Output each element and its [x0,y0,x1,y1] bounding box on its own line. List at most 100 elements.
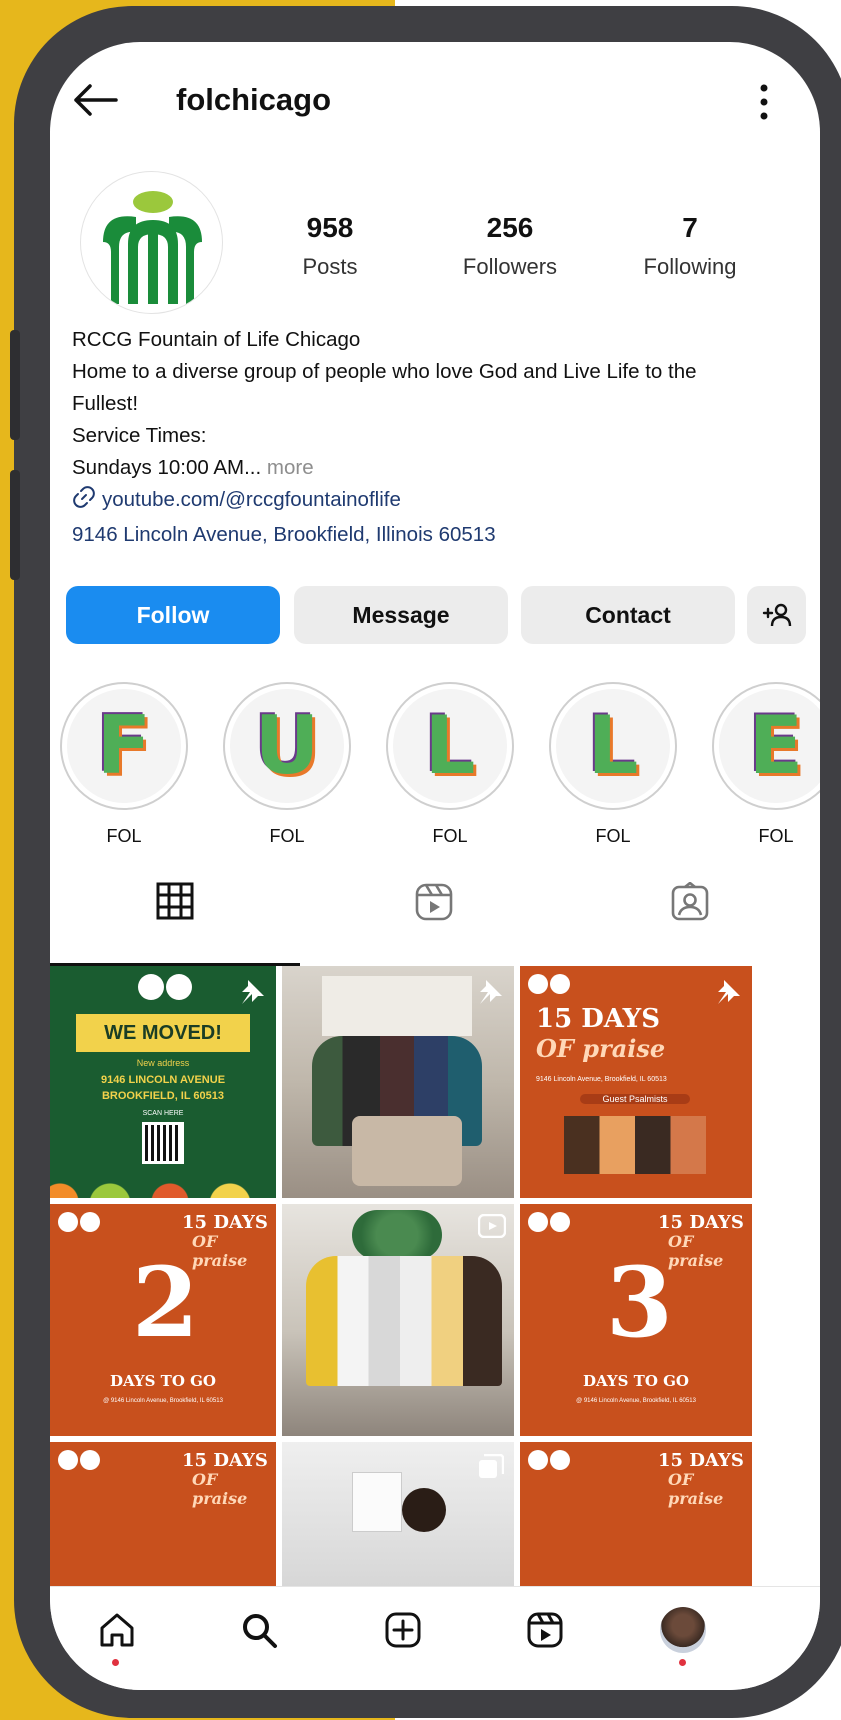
reels-tab-icon[interactable] [414,882,454,927]
following-label: Following [643,254,737,279]
highlight-cover: E [719,689,820,803]
rccg-logo-icon [528,1212,548,1232]
followers-count: 256 [486,212,534,243]
bio-address[interactable]: 9146 Lincoln Avenue, Brookfield, Illinoi… [72,519,792,551]
countdown-caption: DAYS TO GO [583,1372,689,1390]
home-icon[interactable] [92,1605,142,1655]
post-subtitle: New address [136,1058,190,1068]
profile-bio: RCCG Fountain of Life Chicago Home to a … [72,324,792,551]
highlight-letter: L [424,699,476,792]
username-title: folchicago [176,82,332,117]
back-arrow-icon[interactable] [72,80,118,120]
bio-line: Fullest! [72,392,139,415]
create-icon[interactable] [378,1605,428,1655]
post-address: @ 9146 Lincoln Avenue, Brookfield, IL 60… [576,1398,696,1404]
photo-person [402,1488,446,1532]
post-tile[interactable] [282,1204,514,1436]
profile-avatar[interactable] [80,171,223,314]
follow-button[interactable]: Follow [66,586,280,644]
photo-couch [352,1116,462,1186]
profile-notification-dot [679,1659,686,1666]
highlight-letter: U [254,699,320,792]
post-title: 15 DAYS [658,1450,744,1471]
carousel-icon [479,1454,504,1478]
highlight-item[interactable]: U FOL [223,682,351,847]
church-logo-icon [103,191,202,304]
post-scan-text: SCAN HERE [142,1110,184,1117]
fol-logo-icon [550,974,570,994]
highlight-cover: U [230,689,344,803]
message-button[interactable]: Message [294,586,508,644]
highlight-label: FOL [106,826,142,846]
rccg-logo-icon [58,1450,78,1470]
post-title: 15 DAYS [182,1212,268,1233]
post-title: 15 DAYS [658,1212,744,1233]
highlight-item[interactable]: L FOL [549,682,677,847]
reels-icon[interactable] [520,1605,570,1655]
highlight-ring: F [60,682,188,810]
more-vertical-icon[interactable] [754,80,774,124]
group-photo-people [306,1256,502,1386]
fol-logo-icon [80,1450,100,1470]
posts-stat[interactable]: 958 Posts [250,212,410,280]
rccg-logo-icon [138,974,164,1000]
grid-tab-icon[interactable] [156,882,194,925]
posts-grid: WE MOVED! New address 9146 LINCOLN AVENU… [50,966,820,1586]
post-tile[interactable]: 15 DAYS OF praise [520,1442,752,1586]
add-user-button[interactable] [747,586,806,644]
fol-logo-icon [80,1212,100,1232]
following-stat[interactable]: 7 Following [610,212,770,280]
add-user-icon [762,603,791,627]
tagged-tab-icon[interactable] [670,881,710,927]
bio-link-text: youtube.com/@rccgfountainoflife [102,488,401,511]
followers-stat[interactable]: 256 Followers [430,212,590,280]
decorative-shapes [50,1172,276,1198]
post-title: WE MOVED! [76,1014,250,1052]
highlight-cover: L [393,689,507,803]
post-subtitle: OF praise [536,1034,666,1063]
highlight-letter: L [587,699,639,792]
highlight-item[interactable]: L FOL [386,682,514,847]
highlight-item[interactable]: F FOL [60,682,188,847]
bio-more-link[interactable]: more [261,456,314,479]
post-guest-label: Guest Psalmists [580,1094,690,1104]
photo-balloons [352,1210,442,1260]
post-address: @ 9146 Lincoln Avenue, Brookfield, IL 60… [103,1398,223,1404]
post-tile[interactable]: 15 DAYS OF praise 3 DAYS TO GO @ 9146 Li… [520,1204,752,1436]
highlight-ring: E [712,682,820,810]
home-notification-dot [112,1659,119,1666]
highlight-letter: F [96,699,152,792]
rccg-logo-icon [528,1450,548,1470]
post-tile[interactable]: 15 DAYS OF praise [50,1442,276,1586]
bio-link[interactable]: youtube.com/@rccgfountainoflife [72,484,792,519]
contact-button[interactable]: Contact [521,586,735,644]
post-subtitle: OF praise [668,1470,724,1508]
post-tile[interactable]: WE MOVED! New address 9146 LINCOLN AVENU… [50,966,276,1198]
fol-logo-icon [550,1212,570,1232]
highlight-label: FOL [269,826,305,846]
highlight-item[interactable]: E FOL [712,682,820,847]
post-tile[interactable] [282,1442,514,1586]
highlight-label: FOL [595,826,631,846]
pin-icon [242,980,264,1004]
highlight-letter: E [748,699,804,792]
instagram-profile-screen: folchicago 958 Posts 256 Followers 7 Fol… [50,42,820,1690]
countdown-number: 3 [606,1246,673,1359]
phone-side-button [10,330,20,440]
posts-label: Posts [302,254,358,279]
post-subtitle: OF praise [192,1470,248,1508]
rccg-logo-icon [58,1212,78,1232]
profile-avatar[interactable] [658,1605,708,1655]
highlight-label: FOL [432,826,468,846]
followers-label: Followers [462,254,558,279]
search-icon[interactable] [234,1605,284,1655]
photo-sign [352,1472,402,1532]
post-tile[interactable] [282,966,514,1198]
bio-line: Service Times: [72,424,207,447]
post-tile[interactable]: 15 DAYS OF praise 2 DAYS TO GO @ 9146 Li… [50,1204,276,1436]
rccg-logo-icon [528,974,548,994]
countdown-caption: DAYS TO GO [110,1372,216,1390]
post-tile[interactable]: 15 DAYS OF praise 9146 Lincoln Avenue, B… [520,966,752,1198]
highlight-label: FOL [758,826,794,846]
fol-logo-icon [550,1450,570,1470]
